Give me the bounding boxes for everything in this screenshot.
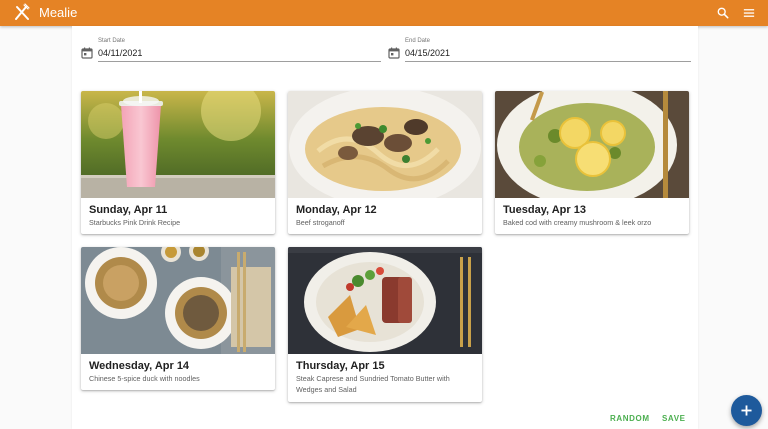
meal-card[interactable]: Tuesday, Apr 13 Baked cod with creamy mu… [495,91,689,234]
recipe-image [495,91,689,198]
recipe-image [81,247,275,354]
end-date-underline [405,61,691,62]
end-date-value[interactable]: 04/15/2021 [405,48,450,58]
start-date-value[interactable]: 04/11/2021 [98,48,142,58]
meal-recipe-name: Baked cod with creamy mushroom & leek or… [503,218,652,227]
meal-day: Thursday, Apr 15 [296,360,385,372]
meal-card[interactable]: Thursday, Apr 15 Steak Caprese and Sundr… [288,247,482,402]
meal-day: Tuesday, Apr 13 [503,204,586,216]
fork-knife-logo-icon[interactable] [12,3,32,23]
meal-recipe-name: Starbucks Pink Drink Recipe [89,218,181,227]
meal-card[interactable]: Monday, Apr 12 Beef stroganoff [288,91,482,234]
meal-day: Sunday, Apr 11 [89,204,168,216]
end-date-label: End Date [405,38,431,44]
start-date-field[interactable]: Start Date 04/11/2021 [81,36,381,62]
meal-recipe-name: Beef stroganoff [296,218,345,227]
meal-day: Wednesday, Apr 14 [89,360,190,372]
recipe-image [288,247,482,354]
meal-recipe-name: Chinese 5-spice duck with noodles [89,374,200,383]
random-button[interactable]: RANDOM [610,414,650,423]
meal-plan-panel: Start Date 04/11/2021 End Date 04/15/202… [72,26,698,429]
menu-icon[interactable] [739,3,759,23]
app-bar: Mealie [0,0,768,26]
meal-card[interactable]: Sunday, Apr 11 Starbucks Pink Drink Reci… [81,91,275,234]
start-date-underline [98,61,381,62]
meal-card[interactable]: Wednesday, Apr 14 Chinese 5-spice duck w… [81,247,275,390]
recipe-image [81,91,275,198]
calendar-icon [388,46,400,59]
calendar-icon [81,46,93,59]
add-meal-plan-button[interactable] [731,395,762,426]
app-title[interactable]: Mealie [39,5,77,20]
start-date-label: Start Date [98,38,126,44]
end-date-field[interactable]: End Date 04/15/2021 [388,36,691,62]
plus-icon [741,405,752,416]
save-button[interactable]: SAVE [662,414,686,423]
meal-recipe-name: Steak Caprese and Sundried Tomato Butter… [296,374,450,394]
search-icon[interactable] [713,3,733,23]
meal-day: Monday, Apr 12 [296,204,377,216]
recipe-image [288,91,482,198]
